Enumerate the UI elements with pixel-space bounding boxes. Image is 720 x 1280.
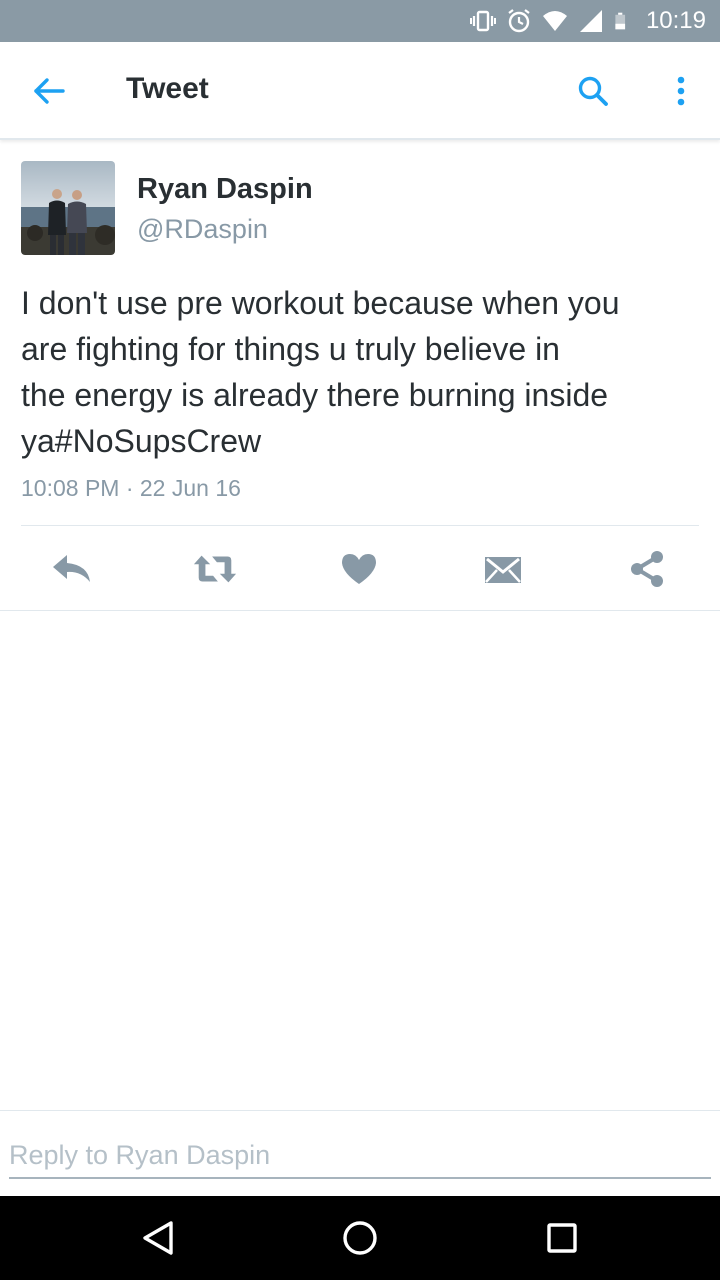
divider	[21, 525, 699, 526]
search-icon	[578, 76, 608, 106]
status-icons: 10:19	[469, 0, 706, 42]
reply-button[interactable]	[49, 546, 95, 592]
divider	[0, 610, 720, 611]
back-triangle-icon	[143, 1221, 173, 1255]
like-button[interactable]	[336, 546, 382, 592]
vibrate-icon	[469, 10, 496, 32]
alarm-icon	[508, 9, 530, 33]
system-nav-bar	[0, 1196, 720, 1280]
tweet-text: I don't use pre workout because when you…	[21, 285, 620, 459]
status-time: 10:19	[645, 7, 706, 34]
tweet-timestamp: 10:08 PM · 22 Jun 16	[21, 475, 241, 501]
system-recents-button[interactable]	[538, 1214, 586, 1262]
reply-icon	[53, 555, 90, 582]
more-options-button[interactable]	[658, 68, 704, 114]
direct-message-button[interactable]	[480, 546, 526, 592]
reply-input[interactable]	[9, 1133, 711, 1179]
battery-icon	[615, 12, 626, 30]
status-bar: 10:19	[0, 0, 720, 42]
heart-icon	[342, 554, 376, 584]
search-button[interactable]	[570, 68, 616, 114]
wifi-icon	[542, 11, 567, 31]
reply-composer	[0, 1110, 720, 1196]
share-button[interactable]	[624, 546, 670, 592]
share-icon	[631, 551, 663, 587]
retweet-icon	[193, 555, 237, 583]
arrow-left-icon	[34, 78, 65, 104]
system-back-button[interactable]	[134, 1214, 182, 1262]
more-vertical-icon	[677, 76, 685, 106]
retweet-button[interactable]	[192, 546, 238, 592]
author-name[interactable]: Ryan Daspin	[137, 173, 313, 206]
recents-square-icon	[547, 1223, 577, 1253]
back-button[interactable]	[26, 68, 72, 114]
system-home-button[interactable]	[336, 1214, 384, 1262]
avatar[interactable]	[21, 161, 115, 255]
avatar-photo	[21, 161, 115, 255]
cellular-signal-icon	[579, 10, 602, 32]
page-title: Tweet	[126, 72, 209, 105]
app-bar: Tweet	[0, 42, 720, 140]
envelope-icon	[485, 557, 521, 583]
home-circle-icon	[343, 1221, 377, 1255]
author-handle[interactable]: @RDaspin	[137, 214, 268, 245]
